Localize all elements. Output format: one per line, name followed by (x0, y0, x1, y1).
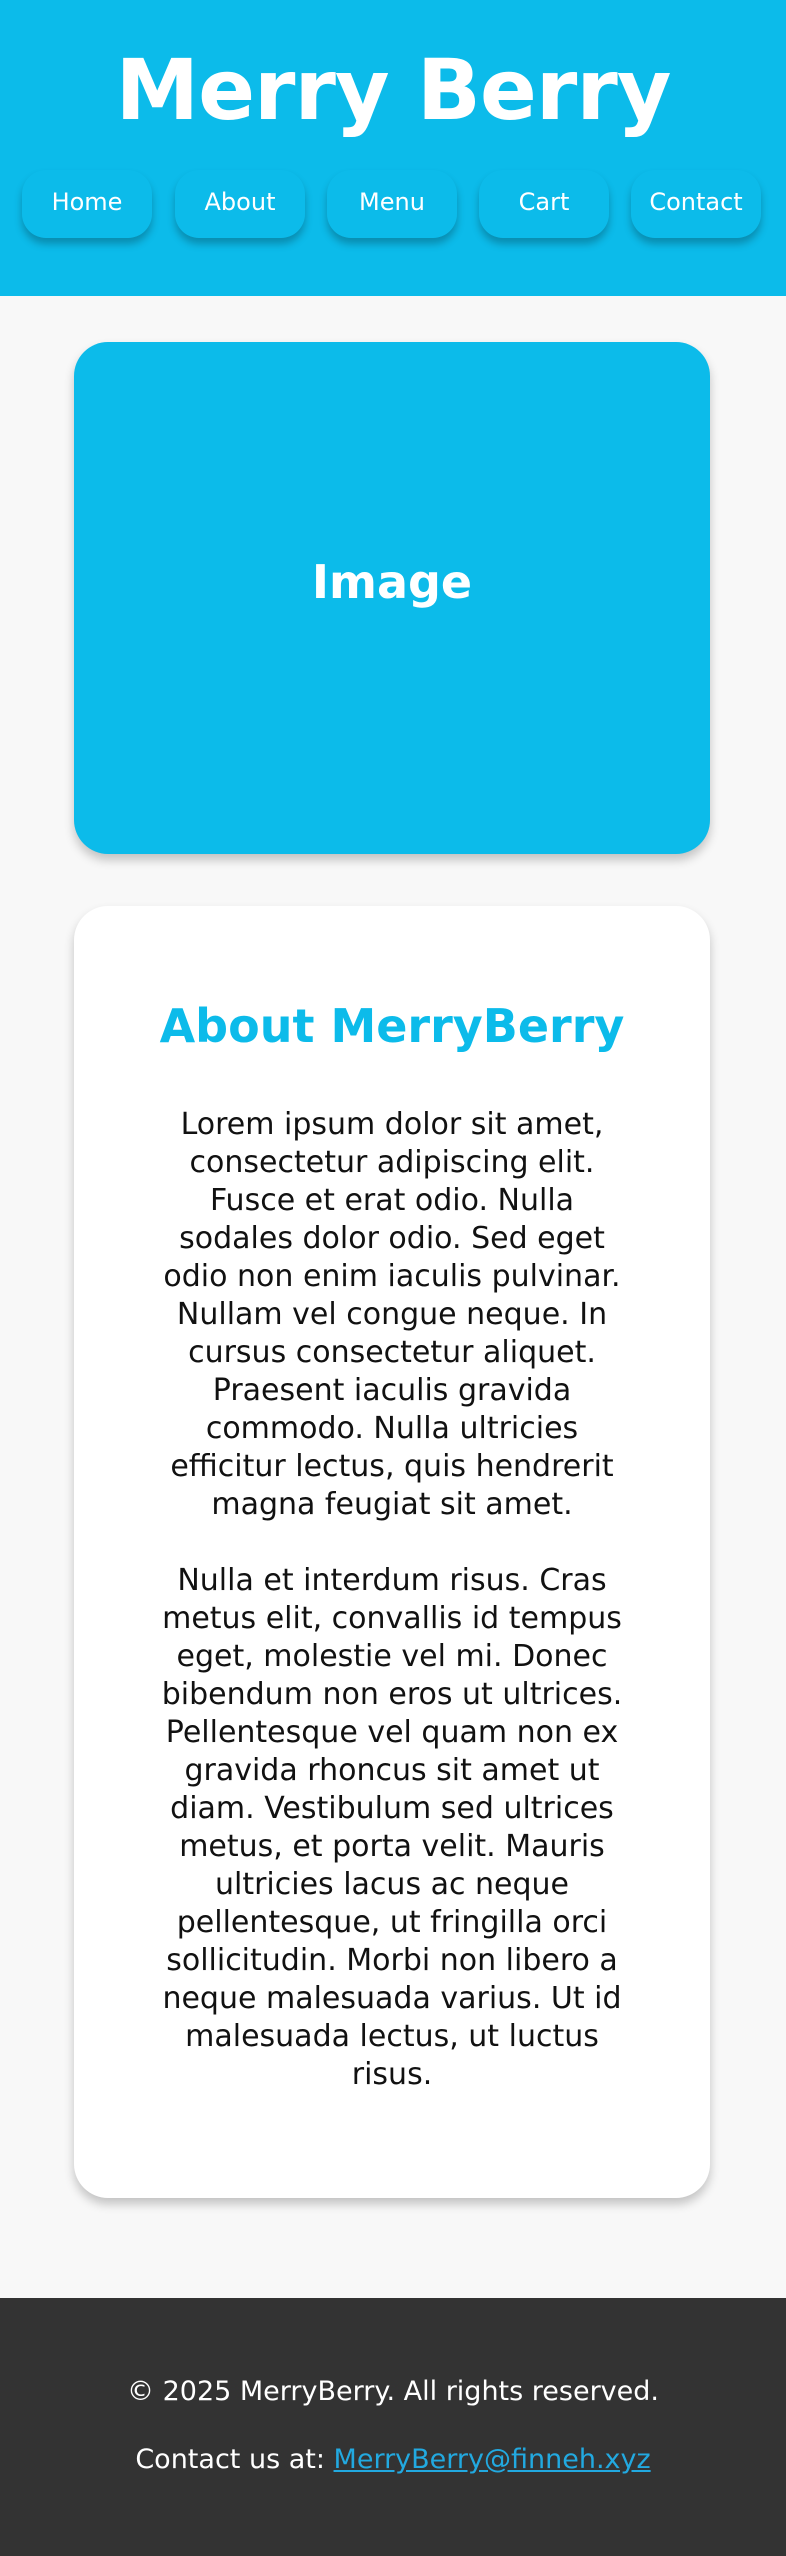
hero-image-placeholder: Image (74, 342, 710, 854)
contact-email-link[interactable]: MerryBerry@finneh.xyz (334, 2444, 651, 2475)
site-footer: © 2025 MerryBerry. All rights reserved. … (0, 2298, 786, 2556)
about-title: About MerryBerry (159, 999, 625, 1053)
main-nav: Home About Menu Cart Contact (0, 170, 786, 238)
contact-label: Contact us at: (135, 2444, 334, 2475)
about-paragraph-2: Nulla et interdum risus. Cras metus elit… (161, 1563, 623, 2092)
about-card: About MerryBerry Lorem ipsum dolor sit a… (74, 906, 710, 2198)
nav-menu-button[interactable]: Menu (327, 170, 457, 238)
nav-cart-button[interactable]: Cart (479, 170, 609, 238)
nav-home-button[interactable]: Home (22, 170, 152, 238)
hero-image-label: Image (311, 555, 473, 609)
contact-line: Contact us at: MerryBerry@finneh.xyz (0, 2440, 786, 2480)
copyright-text: © 2025 MerryBerry. All rights reserved. (127, 2376, 659, 2407)
nav-contact-button[interactable]: Contact (631, 170, 761, 238)
about-paragraph-1: Lorem ipsum dolor sit amet, consectetur … (163, 1107, 621, 1522)
site-title: Merry Berry (115, 41, 671, 139)
site-header: Merry Berry Home About Menu Cart Contact (0, 0, 786, 296)
nav-about-button[interactable]: About (175, 170, 305, 238)
